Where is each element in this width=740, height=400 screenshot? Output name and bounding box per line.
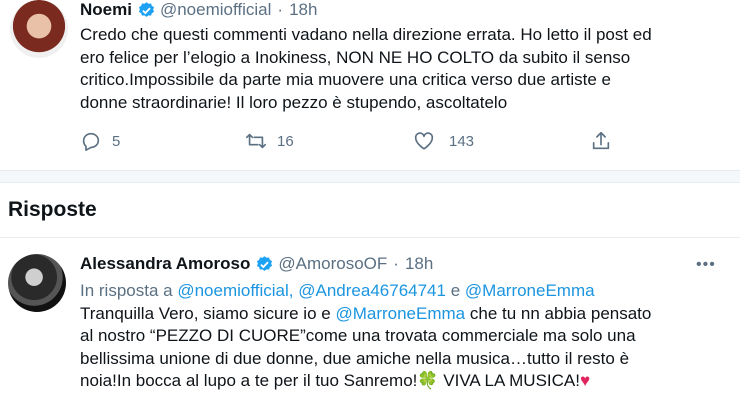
heart-emoji: ♥	[579, 371, 591, 390]
replies-heading: Risposte	[8, 198, 97, 221]
verified-badge-icon	[138, 1, 154, 17]
tweet-text-line: ero felice per l’elogio a Inokiness, NON…	[80, 47, 631, 67]
reply-text-line: al nostro “PEZZO DI CUORE”come una trova…	[80, 326, 636, 345]
like-count: 143	[449, 132, 475, 150]
reply-text: In risposta a @noemiofficial, @Andrea467…	[80, 280, 730, 393]
author-handle[interactable]: @noemiofficial	[160, 0, 271, 20]
author-name[interactable]: Alessandra Amoroso	[80, 254, 250, 274]
retweet-action[interactable]: 16	[245, 130, 294, 152]
reply-text-fragment: che tu nn abbia pensato	[469, 303, 652, 323]
reply-icon	[82, 132, 100, 151]
tweet-text-line: critico.Impossibile da parte mia muovere…	[80, 70, 612, 89]
tweet-header: Noemi @noemiofficial · 18h	[80, 0, 317, 20]
header-separator: ·	[393, 254, 399, 273]
section-divider	[0, 170, 740, 183]
mention-link[interactable]: @Andrea46764741	[298, 281, 446, 300]
in-reply-to-line: In risposta a @noemiofficial, @Andrea467…	[80, 280, 730, 303]
reply-text-fragment: VIVA LA MUSICA!	[443, 371, 580, 390]
reply-timestamp[interactable]: 18h	[405, 254, 433, 274]
tweet-text-line: donne straordinarie! Il loro pezzo è stu…	[80, 92, 508, 112]
mention-link[interactable]: @MarroneEmma	[335, 304, 465, 323]
replies-heading-rule	[0, 237, 740, 238]
reply-header: Alessandra Amoroso @AmorosoOF · 18h	[80, 254, 433, 274]
and-word: e	[450, 281, 461, 300]
retweet-icon	[246, 133, 266, 149]
tweet-actions: 5 16 143	[80, 130, 640, 160]
author-handle[interactable]: @AmorosoOF	[278, 254, 387, 274]
in-reply-prefix: In risposta a	[80, 281, 173, 300]
tweet-timestamp[interactable]: 18h	[289, 0, 317, 20]
reply-text-line: Tranquilla Vero, siamo sicure io e @Marr…	[80, 303, 730, 326]
main-tweet: Noemi @noemiofficial · 18h Credo che que…	[0, 0, 740, 170]
verified-badge-icon	[257, 255, 273, 271]
like-icon	[414, 132, 434, 150]
mention-link[interactable]: @MarroneEmma	[465, 281, 595, 300]
like-action[interactable]: 143	[413, 130, 474, 152]
reply-text-line: bellissima unione di due donne, due amic…	[80, 348, 630, 368]
more-options-icon[interactable]: •••	[696, 256, 716, 274]
author-name[interactable]: Noemi	[80, 0, 132, 20]
reply-text-fragment: Tranquilla Vero, siamo sicure io e	[80, 303, 331, 323]
reply-text-fragment: noia!In bocca al lupo a te per il tuo Sa…	[80, 371, 418, 390]
reply-action[interactable]: 5	[80, 130, 120, 152]
reply-text-line: noia!In bocca al lupo a te per il tuo Sa…	[80, 370, 730, 393]
reply-count: 5	[112, 132, 121, 150]
header-separator: ·	[277, 0, 284, 19]
noemi-avatar[interactable]	[10, 0, 68, 58]
tweet-text-line: Credo che questi commenti vadano nella d…	[80, 25, 652, 44]
alessandra-avatar[interactable]	[8, 254, 66, 312]
share-icon	[592, 131, 610, 150]
tweet-text: Credo che questi commenti vadano nella d…	[80, 24, 720, 114]
clover-emoji: 🍀	[417, 371, 439, 390]
retweet-count: 16	[277, 132, 294, 150]
mention-link[interactable]: @noemiofficial,	[177, 281, 293, 300]
share-action[interactable]	[590, 130, 612, 152]
